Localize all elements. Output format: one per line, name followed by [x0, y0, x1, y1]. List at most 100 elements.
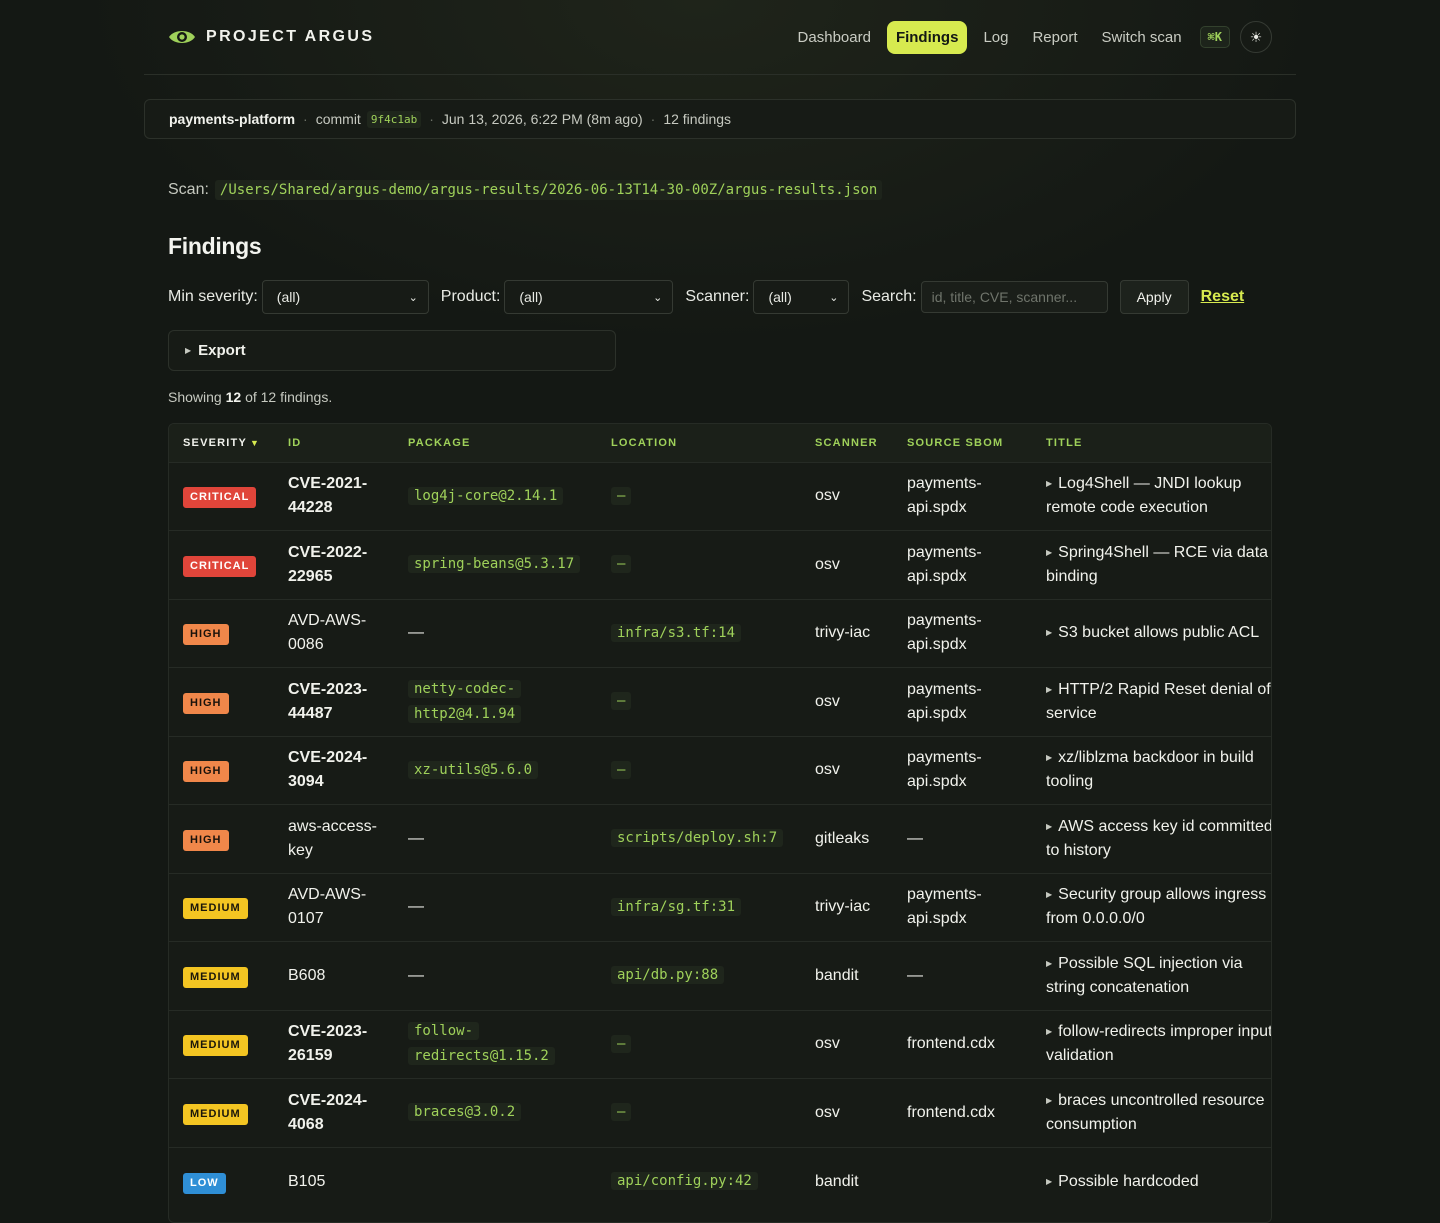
severity-cell: MEDIUM [169, 1079, 274, 1148]
location-value: api/db.py:88 [611, 966, 725, 985]
search-input[interactable] [920, 281, 1108, 313]
title-cell[interactable]: ▶ S3 bucket allows public ACL [1032, 599, 1271, 668]
finding-id[interactable]: B105 [274, 1147, 394, 1216]
col-severity[interactable]: SEVERITY ▼ [169, 424, 274, 462]
package-cell: — [394, 942, 597, 1011]
scanner-cell: bandit [815, 966, 859, 984]
scanner-value: (all) [768, 289, 792, 305]
table-row[interactable]: MEDIUM CVE-2024-4068 braces@3.0.2 — osv front… [169, 1078, 1271, 1148]
severity-cell: MEDIUM [169, 942, 274, 1011]
table-row[interactable]: CRITICAL CVE-2022-22965 spring-beans@5.3.1… [169, 530, 1271, 600]
severity-badge: LOW [183, 1172, 226, 1194]
scanner-cell: osv [815, 555, 840, 573]
scanner-cell: osv [815, 1035, 840, 1053]
package-cell: braces@3.0.2 [394, 1079, 597, 1148]
source-sbom-cell: payments-api.spdx [907, 680, 982, 722]
finding-id[interactable]: CVE-2024-4068 [274, 1079, 394, 1148]
finding-id[interactable]: AVD-AWS-0086 [274, 599, 394, 668]
col-title[interactable]: TITLE [1032, 424, 1271, 462]
table-row[interactable]: HIGH CVE-2024-3094 xz-utils@5.6.0 — osv payme… [169, 736, 1271, 805]
min-severity-select[interactable]: (all) ⌄ [261, 280, 429, 314]
col-scanner[interactable]: SCANNER [801, 424, 893, 462]
title-cell[interactable]: ▶ Security group allows ingress from 0.0.… [1032, 873, 1271, 942]
title-cell[interactable]: ▶ AWS access key id committed to history [1032, 805, 1271, 874]
location-value: — [611, 486, 632, 505]
scanner-cell: trivy-iac [815, 898, 871, 916]
col-location[interactable]: LOCATION [597, 424, 801, 462]
reset-link[interactable]: Reset [1201, 288, 1245, 306]
table-row[interactable]: HIGH aws-access-key — scripts/deploy.sh:7 gi… [169, 804, 1271, 874]
table-row[interactable]: MEDIUM B608 — api/db.py:88 bandit — ▶ Possible … [169, 941, 1271, 1011]
severity-badge: HIGH [183, 829, 229, 851]
severity-badge: CRITICAL [183, 487, 257, 509]
col-package[interactable]: PACKAGE [394, 424, 597, 462]
findings-table: SEVERITY ▼ ID PACKAGE LOCATION SCANNER SO… [168, 423, 1272, 1223]
title-cell[interactable]: ▶ Possible SQL injection via string conca… [1032, 942, 1271, 1011]
title-cell[interactable]: ▶ follow-redirects improper input validat… [1032, 1010, 1271, 1079]
finding-id[interactable]: CVE-2021-44228 [274, 462, 394, 531]
location-value: — [611, 1103, 632, 1122]
nav-switch-scan[interactable]: Switch scan [1094, 21, 1190, 54]
title-cell[interactable]: ▶ Log4Shell — JNDI lookup remote code exe… [1032, 462, 1271, 531]
title-cell[interactable]: ▶ HTTP/2 Rapid Reset denial of service [1032, 668, 1271, 737]
finding-id[interactable]: B608 [274, 942, 394, 1011]
nav-log[interactable]: Log [975, 21, 1016, 54]
export-disclosure[interactable]: ▶ Export [168, 330, 616, 371]
package-cell: log4j-core@2.14.1 [394, 462, 597, 531]
product-select[interactable]: (all) ⌄ [504, 280, 674, 314]
table-row[interactable]: MEDIUM CVE-2023-26159 follow-redirects@1.1… [169, 1010, 1271, 1079]
source-sbom-cell: payments-api.spdx [907, 612, 982, 654]
severity-badge: MEDIUM [183, 1035, 248, 1057]
table-row[interactable]: HIGH CVE-2023-44487 netty-codec-http2@4.1.… [169, 667, 1271, 737]
finding-id[interactable]: CVE-2023-44487 [274, 668, 394, 737]
finding-id[interactable]: CVE-2022-22965 [274, 531, 394, 600]
disclosure-triangle-icon: ▶ [185, 346, 192, 355]
title-cell[interactable]: ▶ Spring4Shell — RCE via data binding [1032, 531, 1271, 600]
scan-timestamp: Jun 13, 2026, 6:22 PM (8m ago) [441, 111, 643, 127]
finding-id[interactable]: AVD-AWS-0107 [274, 873, 394, 942]
min-severity-label: Min severity: [168, 288, 258, 305]
eye-logo-icon [169, 31, 195, 43]
location-value: infra/sg.tf:31 [611, 897, 742, 916]
table-row[interactable]: LOW B105 api/config.py:42 bandit ▶ Possible h… [169, 1147, 1271, 1216]
apply-button[interactable]: Apply [1119, 280, 1189, 314]
finding-id[interactable]: aws-access-key [274, 805, 394, 874]
severity-cell: HIGH [169, 736, 274, 805]
scanner-select[interactable]: (all) ⌄ [753, 280, 850, 314]
location-cell: — [597, 462, 801, 531]
title-cell[interactable]: ▶ Possible hardcoded [1032, 1147, 1271, 1216]
col-id[interactable]: ID [274, 424, 394, 462]
title-cell[interactable]: ▶ xz/liblzma backdoor in build tooling [1032, 736, 1271, 805]
finding-title: xz/liblzma backdoor in build tooling [1046, 749, 1254, 791]
table-row[interactable]: CRITICAL CVE-2021-44228 log4j-core@2.14.1 —… [169, 462, 1271, 531]
command-palette-shortcut[interactable]: ⌘K [1199, 26, 1230, 48]
commit-label: commit [315, 111, 361, 127]
source-sbom-cell: payments-api.spdx [907, 886, 982, 928]
disclosure-triangle-icon: ▶ [1046, 890, 1053, 900]
col-source-sbom[interactable]: SOURCE SBOM [893, 424, 1032, 462]
nav-findings[interactable]: Findings [886, 20, 968, 54]
source-sbom-cell: — [907, 829, 923, 847]
package-name: netty-codec-http2@4.1.94 [408, 679, 522, 723]
separator: · [303, 111, 308, 127]
severity-cell: HIGH [169, 599, 274, 668]
table-header-row: SEVERITY ▼ ID PACKAGE LOCATION SCANNER SO… [169, 424, 1271, 462]
package-cell: xz-utils@5.6.0 [394, 736, 597, 805]
theme-toggle-button[interactable]: ☀ [1240, 21, 1272, 53]
nav-report[interactable]: Report [1024, 21, 1085, 54]
finding-title: HTTP/2 Rapid Reset denial of service [1046, 680, 1271, 722]
finding-title: Possible SQL injection via string concat… [1046, 954, 1243, 996]
brand-name: PROJECT ARGUS [206, 28, 375, 45]
table-row[interactable]: HIGH AVD-AWS-0086 — infra/s3.tf:14 trivy-iac… [169, 599, 1271, 668]
nav-dashboard[interactable]: Dashboard [790, 21, 879, 54]
finding-id[interactable]: CVE-2024-3094 [274, 736, 394, 805]
disclosure-triangle-icon: ▶ [1046, 1176, 1053, 1186]
finding-id[interactable]: CVE-2023-26159 [274, 1010, 394, 1079]
finding-title: Security group allows ingress from 0.0.0… [1046, 886, 1267, 928]
title-cell[interactable]: ▶ braces uncontrolled resource consumptio… [1032, 1079, 1271, 1148]
brand[interactable]: PROJECT ARGUS [168, 28, 374, 46]
severity-badge: MEDIUM [183, 1103, 248, 1125]
table-row[interactable]: MEDIUM AVD-AWS-0107 — infra/sg.tf:31 trivy-i… [169, 873, 1271, 942]
package-name: braces@3.0.2 [408, 1103, 522, 1122]
package-name: follow-redirects@1.15.2 [408, 1022, 555, 1066]
